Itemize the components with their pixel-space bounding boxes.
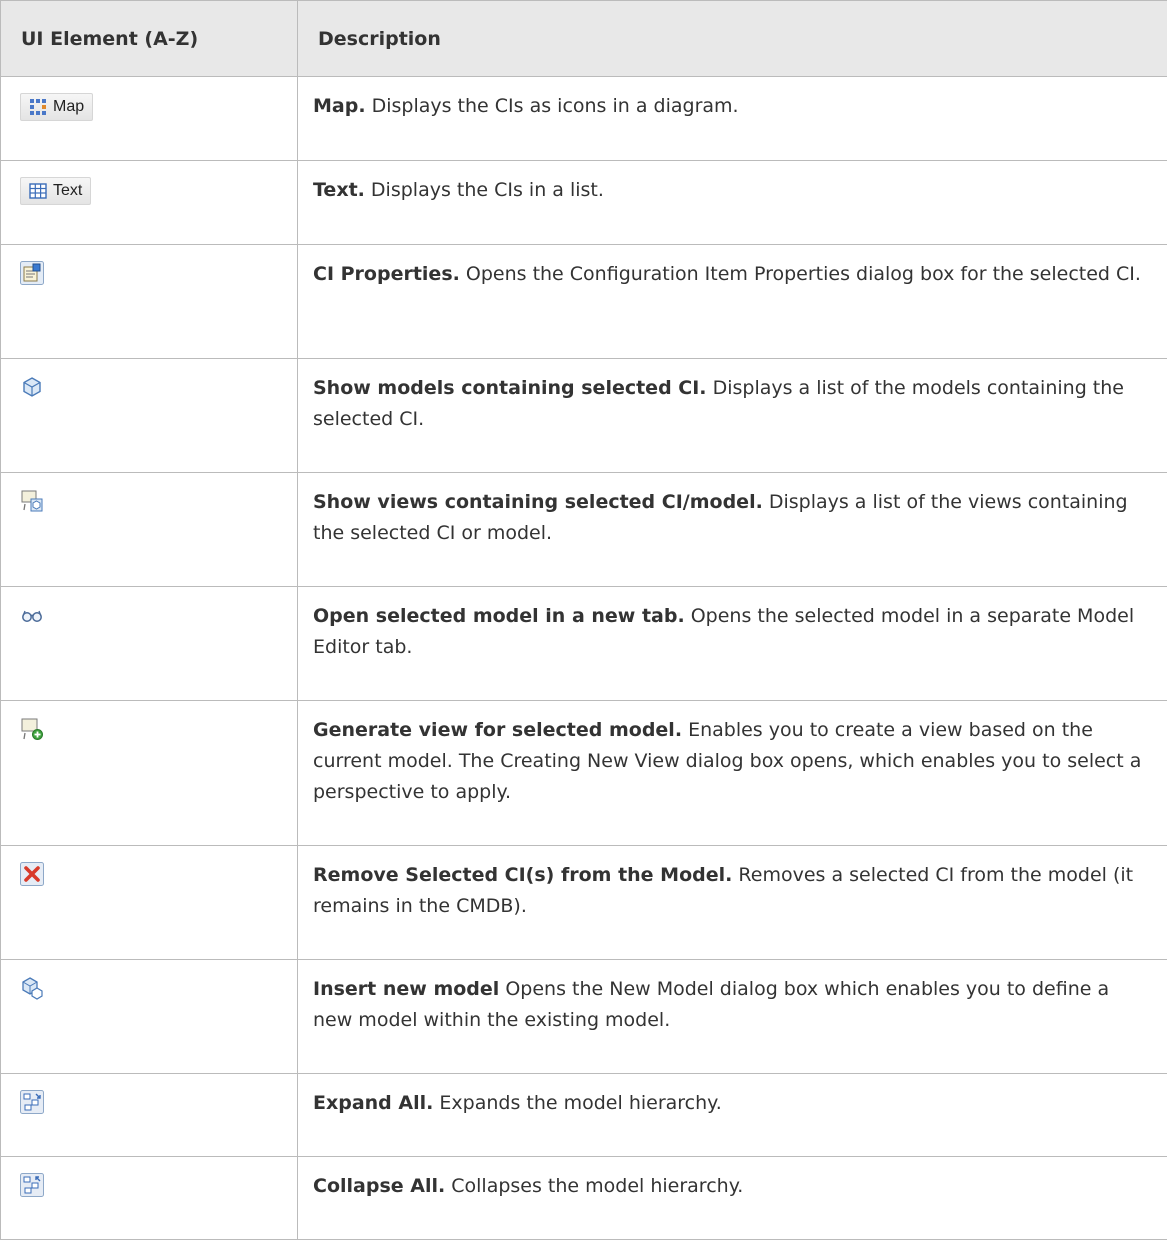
row-title: Show models containing selected CI.	[313, 377, 707, 399]
header-description: Description	[298, 1, 1167, 77]
table-row: Collapse All. Collapses the model hierar…	[1, 1157, 1167, 1240]
row-description: Expands the model hierarchy.	[433, 1092, 721, 1114]
ui-elements-table: UI Element (A-Z) Description	[0, 0, 1167, 1240]
expand-all-icon[interactable]	[20, 1090, 44, 1114]
text-button-label: Text	[53, 182, 82, 200]
header-ui-element: UI Element (A-Z)	[1, 1, 298, 77]
generate-view-icon[interactable]	[20, 717, 44, 741]
text-button[interactable]: Text	[20, 177, 91, 205]
table-row: Insert new model Opens the New Model dia…	[1, 960, 1167, 1074]
row-description: Opens the Configuration Item Properties …	[460, 263, 1141, 285]
views-containing-icon[interactable]	[20, 489, 44, 513]
table-row: Open selected model in a new tab. Opens …	[1, 587, 1167, 701]
table-row: Show views containing selected CI/model.…	[1, 473, 1167, 587]
table-header-row: UI Element (A-Z) Description	[1, 1, 1167, 77]
insert-model-icon[interactable]	[20, 976, 44, 1000]
table-row: CI Properties. Opens the Configuration I…	[1, 245, 1167, 359]
row-title: Remove Selected CI(s) from the Model.	[313, 864, 732, 886]
row-description: Displays the CIs in a list.	[365, 179, 604, 201]
row-title: Generate view for selected model.	[313, 719, 682, 741]
map-button[interactable]: Map	[20, 93, 93, 121]
map-view-icon	[29, 98, 47, 116]
table-row: Text Text. Displays the CIs in a list.	[1, 161, 1167, 245]
row-title: Insert new model	[313, 978, 499, 1000]
row-title: Show views containing selected CI/model.	[313, 491, 763, 513]
model-cube-icon[interactable]	[20, 375, 44, 399]
remove-x-icon[interactable]	[20, 862, 44, 886]
row-title: Expand All.	[313, 1092, 433, 1114]
table-row: Expand All. Expands the model hierarchy.	[1, 1074, 1167, 1157]
map-button-label: Map	[53, 98, 84, 116]
ci-properties-icon[interactable]	[20, 261, 44, 285]
row-title: Text.	[313, 179, 365, 201]
collapse-all-icon[interactable]	[20, 1173, 44, 1197]
row-description: Displays the CIs as icons in a diagram.	[366, 95, 739, 117]
table-row: Generate view for selected model. Enable…	[1, 701, 1167, 846]
row-title: Open selected model in a new tab.	[313, 605, 685, 627]
table-row: Remove Selected CI(s) from the Model. Re…	[1, 846, 1167, 960]
glasses-icon[interactable]	[20, 603, 44, 627]
row-title: CI Properties.	[313, 263, 460, 285]
table-row: Map Map. Displays the CIs as icons in a …	[1, 77, 1167, 161]
grid-table-icon	[29, 182, 47, 200]
row-title: Map.	[313, 95, 366, 117]
row-title: Collapse All.	[313, 1175, 445, 1197]
table-row: Show models containing selected CI. Disp…	[1, 359, 1167, 473]
row-description: Collapses the model hierarchy.	[445, 1175, 743, 1197]
